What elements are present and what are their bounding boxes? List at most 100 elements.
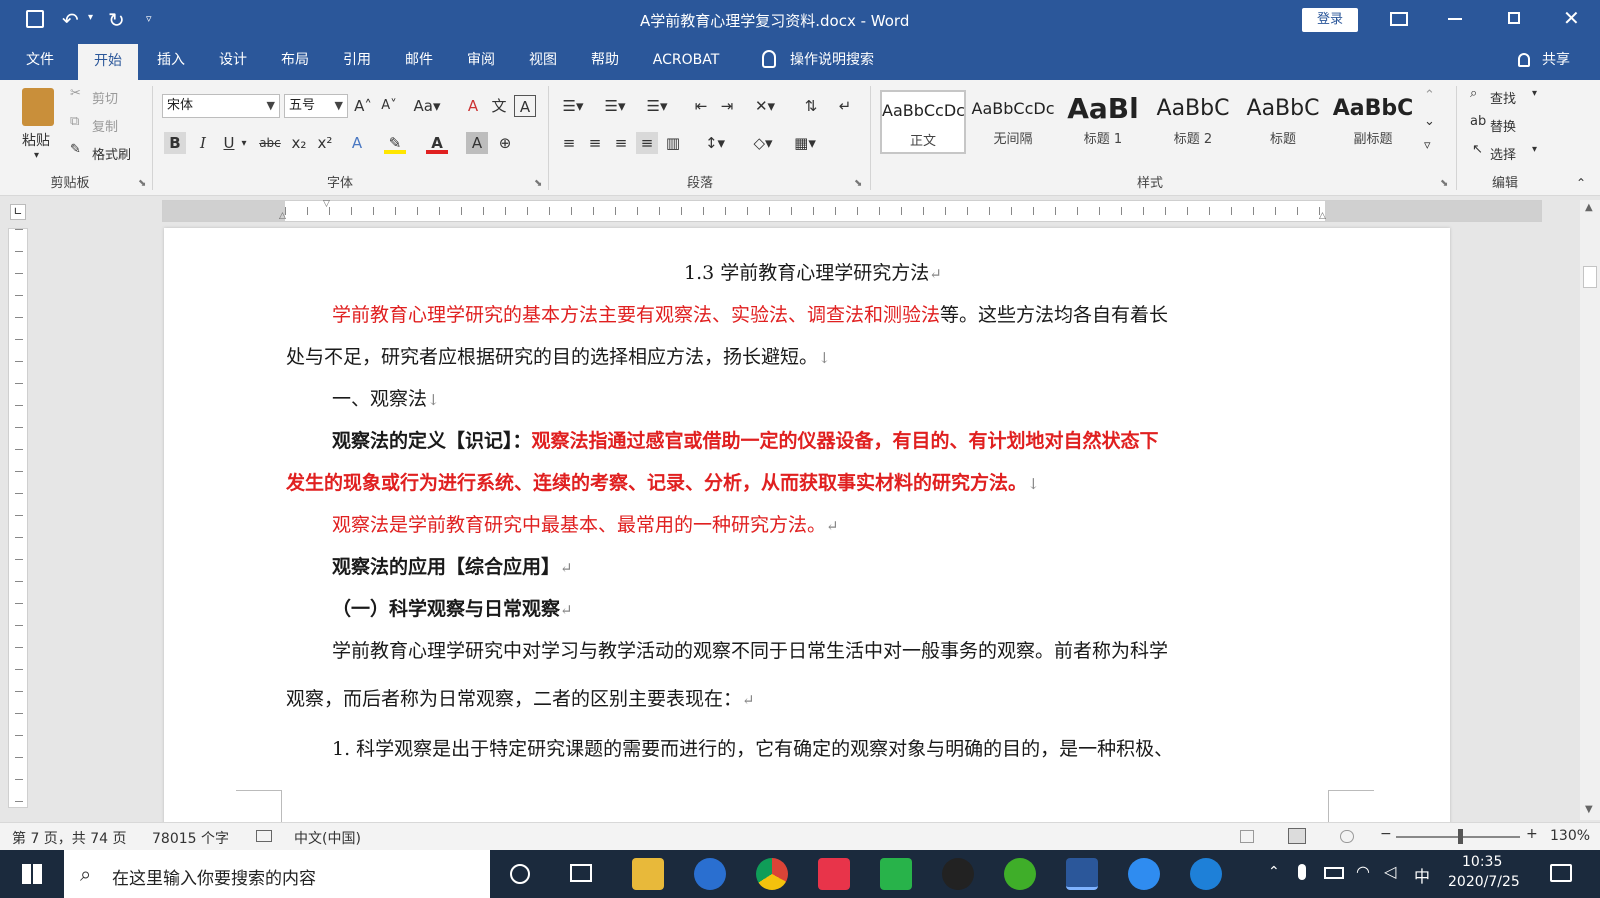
app-icon[interactable] xyxy=(880,858,912,890)
align-left-icon[interactable]: ≡ xyxy=(558,132,580,154)
enclose-characters-icon[interactable]: ⊕ xyxy=(494,132,516,154)
qq-icon[interactable] xyxy=(942,858,974,890)
grow-font-icon[interactable]: A˄ xyxy=(352,95,374,117)
paste-button[interactable]: 粘贴 xyxy=(22,130,50,150)
format-painter-icon[interactable]: ✎ xyxy=(70,142,81,157)
wifi-icon[interactable]: ◠ xyxy=(1356,862,1370,881)
distributed-icon[interactable]: ▥ xyxy=(662,132,684,154)
show-marks-icon[interactable]: ↵ xyxy=(834,95,856,117)
read-mode-icon[interactable] xyxy=(1240,830,1254,843)
change-case-icon[interactable]: Aa▾ xyxy=(412,95,442,117)
phonetic-guide-icon[interactable]: 文 xyxy=(488,95,510,117)
doc-application[interactable]: 观察法的应用【综合应用】↵ xyxy=(332,552,573,579)
edge-icon[interactable] xyxy=(1190,858,1222,890)
sort-icon[interactable]: ⇅ xyxy=(800,95,822,117)
bullets-icon[interactable]: ☰▾ xyxy=(558,95,588,117)
decrease-indent-icon[interactable]: ⇤ xyxy=(690,95,712,117)
paragraph-launcher-icon[interactable]: ⬊ xyxy=(854,178,862,189)
superscript-icon[interactable]: x² xyxy=(314,132,336,154)
tab-acrobat[interactable]: ACROBAT xyxy=(646,40,726,80)
login-button[interactable]: 登录 xyxy=(1302,8,1358,32)
tab-references[interactable]: 引用 xyxy=(332,40,382,80)
cut-icon[interactable]: ✂ xyxy=(70,86,81,101)
multilevel-list-icon[interactable]: ☰▾ xyxy=(642,95,672,117)
right-indent-marker[interactable]: △ xyxy=(1319,211,1326,221)
borders-icon[interactable]: ▦▾ xyxy=(790,132,820,154)
volume-icon[interactable]: ◁ xyxy=(1384,862,1396,881)
notification-icon[interactable] xyxy=(1550,864,1572,882)
app-icon[interactable] xyxy=(694,858,726,890)
chrome-icon[interactable] xyxy=(756,858,788,890)
tab-review[interactable]: 审阅 xyxy=(456,40,506,80)
styles-launcher-icon[interactable]: ⬊ xyxy=(1440,178,1448,189)
ime-indicator[interactable]: 中 xyxy=(1414,863,1430,887)
ribbon-display-options-icon[interactable] xyxy=(1390,12,1408,26)
tab-insert[interactable]: 插入 xyxy=(146,40,196,80)
language-status[interactable]: 中文(中国) xyxy=(294,828,361,848)
doc-paragraph-2-line2[interactable]: 观察，而后者称为日常观察，二者的区别主要表现在：↵ xyxy=(286,684,755,711)
collapse-ribbon-icon[interactable]: ⌃ xyxy=(1576,176,1586,190)
underline-icon[interactable]: U xyxy=(218,132,240,154)
tab-home[interactable]: 开始 xyxy=(78,44,138,80)
numbering-icon[interactable]: ☰▾ xyxy=(600,95,630,117)
doc-subsection-1[interactable]: （一）科学观察与日常观察↵ xyxy=(332,594,573,621)
chinese-layout-icon[interactable]: ✕▾ xyxy=(750,95,780,117)
tab-selector-icon[interactable]: ∟ xyxy=(10,204,26,220)
doc-definition[interactable]: 观察法的定义【识记】：观察法指通过感官或借助一定的仪器设备，有目的、有计划地对自… xyxy=(332,426,1159,453)
font-color-icon[interactable]: A xyxy=(426,132,448,154)
find-button[interactable]: 查找 xyxy=(1490,88,1516,107)
cortana-icon[interactable] xyxy=(510,864,530,884)
doc-paragraph-1[interactable]: 学前教育心理学研究的基本方法主要有观察法、实验法、调查法和测验法等。这些方法均各… xyxy=(332,300,1168,327)
style-title[interactable]: AaBbC 标题 xyxy=(1240,90,1326,154)
scroll-up-icon[interactable]: ▲ xyxy=(1585,202,1593,213)
styles-scroll-down-icon[interactable]: ⌄ xyxy=(1424,114,1435,129)
zoom-in-icon[interactable]: + xyxy=(1526,826,1538,842)
battery-icon[interactable] xyxy=(1324,867,1344,879)
page-count[interactable]: 第 7 页，共 74 页 xyxy=(12,828,127,848)
doc-heading[interactable]: 1.3 学前教育心理学研究方法↵ xyxy=(684,258,942,285)
doc-paragraph-2[interactable]: 学前教育心理学研究中对学习与教学活动的观察不同于日常生活中对一般事务的观察。前者… xyxy=(332,636,1168,663)
file-explorer-icon[interactable] xyxy=(632,858,664,890)
paste-icon[interactable] xyxy=(22,88,54,126)
select-icon[interactable]: ↖ xyxy=(1472,142,1483,157)
clear-formatting-icon[interactable]: A xyxy=(462,95,484,117)
increase-indent-icon[interactable]: ⇥ xyxy=(716,95,738,117)
tab-view[interactable]: 视图 xyxy=(518,40,568,80)
select-button[interactable]: 选择 xyxy=(1490,144,1516,163)
horizontal-ruler[interactable]: ▽ △ △ xyxy=(162,199,1542,222)
doc-basic-method[interactable]: 观察法是学前教育研究中最基本、最常用的一种研究方法。↵ xyxy=(332,510,839,537)
tell-me-search[interactable]: 操作说明搜索 xyxy=(790,40,900,80)
customize-qat-icon[interactable]: ▿ xyxy=(146,12,152,25)
minimize-icon[interactable] xyxy=(1448,18,1462,20)
windows-start-icon[interactable] xyxy=(22,864,42,884)
restore-icon[interactable] xyxy=(1508,12,1520,24)
character-shading-icon[interactable]: A xyxy=(466,132,488,154)
format-painter-button[interactable]: 格式刷 xyxy=(92,144,131,163)
highlight-icon[interactable]: ✎ xyxy=(384,132,406,154)
save-icon[interactable] xyxy=(26,10,44,28)
tab-design[interactable]: 设计 xyxy=(208,40,258,80)
align-right-icon[interactable]: ≡ xyxy=(610,132,632,154)
tab-file[interactable]: 文件 xyxy=(14,40,66,80)
task-view-icon[interactable] xyxy=(570,864,592,882)
justify-icon[interactable]: ≡ xyxy=(636,132,658,154)
style-heading-2[interactable]: AaBbC 标题 2 xyxy=(1150,90,1236,154)
text-effects-icon[interactable]: A xyxy=(346,132,368,154)
tab-mailings[interactable]: 邮件 xyxy=(394,40,444,80)
user-icon[interactable] xyxy=(1518,53,1530,67)
shrink-font-icon[interactable]: A˅ xyxy=(378,95,400,117)
clock-date[interactable]: 2020/7/25 xyxy=(1448,874,1520,890)
taskbar-search-box[interactable]: ⌕ 在这里输入你要搜索的内容 xyxy=(64,850,490,898)
scroll-down-icon[interactable]: ▼ xyxy=(1585,804,1593,815)
replace-button[interactable]: 替换 xyxy=(1490,116,1516,135)
subscript-icon[interactable]: x₂ xyxy=(288,132,310,154)
microphone-icon[interactable] xyxy=(1298,864,1306,880)
character-border-icon[interactable]: A xyxy=(514,95,536,117)
web-layout-icon[interactable] xyxy=(1340,830,1354,843)
find-dropdown-icon[interactable]: ▾ xyxy=(1532,88,1537,99)
style-normal[interactable]: AaBbCcDc 正文 xyxy=(880,90,966,154)
zoom-level[interactable]: 130% xyxy=(1550,828,1590,844)
redo-icon[interactable]: ↻ xyxy=(108,8,125,32)
share-button[interactable]: 共享 xyxy=(1534,40,1578,80)
tray-overflow-icon[interactable]: ⌃ xyxy=(1268,864,1280,880)
